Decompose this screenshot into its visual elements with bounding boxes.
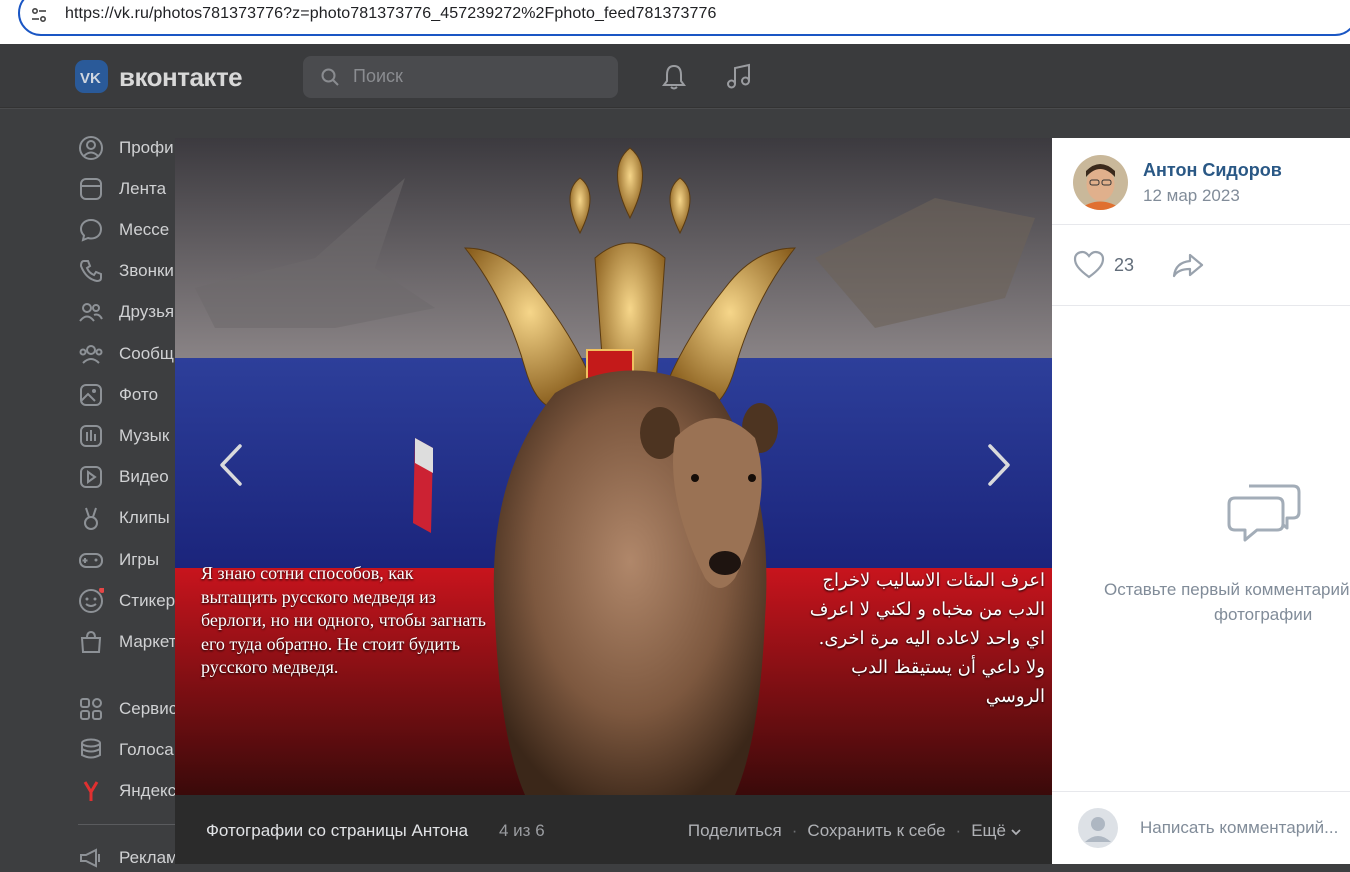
sidebar-item-label: Профи — [119, 138, 174, 157]
photo-icon — [80, 384, 102, 406]
save-to-profile-button[interactable]: Сохранить к себе — [807, 821, 945, 840]
next-photo-chevron-right-icon[interactable] — [978, 440, 1018, 490]
search-placeholder: Поиск — [353, 66, 403, 86]
sidebar-item-yandex[interactable]: Яндекс — [78, 776, 188, 806]
arabic-caption-line: ولا داعي أن يستيقظ الدب — [851, 657, 1045, 678]
phone-icon — [79, 260, 102, 283]
services-icon — [80, 698, 102, 720]
sidebar-item-feed[interactable]: Лента — [78, 174, 188, 204]
sidebar-item-label: Фото — [119, 385, 159, 404]
photo-date[interactable]: 12 мар 2023 — [1143, 186, 1240, 206]
sidebar-item-label: Друзья — [119, 302, 175, 321]
sidebar-item-label: Голоса — [119, 740, 174, 759]
comment-composer: Написать комментарий... — [1052, 791, 1350, 864]
sidebar-item-label: Видео — [119, 467, 169, 486]
sidebar-item-label: Маркет — [119, 632, 177, 651]
sidebar-item-label: Игры — [119, 550, 160, 569]
sidebar-item-votes[interactable]: Голоса — [78, 735, 188, 765]
arabic-caption-line: اعرف المئات الاساليب لاخراج — [822, 570, 1045, 591]
sidebar-item-music[interactable]: Музык — [78, 421, 188, 451]
sidebar-item-services[interactable]: Сервис — [78, 694, 188, 724]
video-icon — [80, 466, 102, 488]
sidebar-item-label: Стикер — [119, 591, 176, 610]
sidebar-item-label: Сервис — [119, 699, 178, 718]
friends-icon — [79, 303, 103, 322]
vk-logo-icon[interactable]: VK — [75, 60, 108, 93]
author-name[interactable]: Антон Сидоров — [1143, 160, 1282, 181]
photo-caption-arabic: اعرف المئات الاساليب لاخراج الدب من مخباه… — [775, 566, 1045, 711]
photo[interactable]: Я знаю сотни способов, как вытащить русс… — [175, 138, 1052, 795]
sidebar-item-label: Мессе — [119, 220, 170, 239]
author-avatar[interactable] — [1073, 155, 1128, 210]
search-icon — [321, 68, 339, 86]
bell-icon[interactable] — [659, 62, 689, 92]
like-count: 23 — [1114, 255, 1135, 275]
vk-logo-text[interactable]: вконтакте — [119, 62, 243, 93]
site-settings-icon[interactable] — [30, 6, 48, 24]
clips-icon — [84, 507, 98, 530]
sidebar-divider — [78, 824, 178, 825]
photo-viewer-footer: Фотографии со страницы Антона 4 из 6 Под… — [175, 795, 1052, 864]
reactions-bar: 23 — [1052, 225, 1350, 306]
votes-icon — [81, 738, 101, 759]
photo-info-panel: Антон Сидоров 12 мар 2023 23 Оставьте пе… — [1052, 138, 1350, 864]
chevron-down-icon — [1011, 828, 1021, 835]
sidebar-item-communities[interactable]: Сообщ — [78, 339, 188, 369]
heart-icon[interactable] — [1072, 249, 1106, 281]
photo-counter: 4 из 6 — [499, 821, 545, 840]
sidebar-item-label: Лента — [119, 179, 167, 198]
footer-actions: Поделиться · Сохранить к себе · Ещё — [688, 821, 1022, 841]
previous-photo-chevron-left-icon[interactable] — [212, 440, 252, 490]
empty-comments-text-2: фотографии — [1214, 605, 1313, 624]
sidebar-item-messenger[interactable]: Мессе — [78, 215, 188, 245]
profile-icon — [79, 136, 103, 160]
share-button[interactable]: Поделиться — [688, 821, 782, 840]
more-label: Ещё — [971, 821, 1006, 840]
sidebar-item-ads[interactable]: Реклам — [78, 843, 188, 872]
music-note-icon[interactable] — [724, 62, 754, 92]
photo-caption-russian: Я знаю сотни способов, как вытащить русс… — [201, 563, 486, 677]
arabic-caption-line: الدب من مخباه و لكني لا اعرف — [809, 599, 1045, 620]
separator-dot: · — [791, 821, 798, 840]
sidebar-item-label: Клипы — [119, 508, 170, 527]
sidebar-item-friends[interactable]: Друзья — [78, 297, 188, 327]
svg-text:VK: VK — [80, 70, 101, 87]
url-text[interactable]: https://vk.ru/photos781373776?z=photo781… — [65, 5, 716, 23]
communities-icon — [79, 345, 103, 364]
music-icon — [80, 425, 102, 447]
share-arrow-icon[interactable] — [1170, 250, 1206, 280]
search-input[interactable] — [303, 56, 618, 98]
yandex-icon — [83, 781, 99, 801]
browser-toolbar: https://vk.ru/photos781373776?z=photo781… — [0, 0, 1350, 44]
current-user-avatar — [1078, 808, 1118, 848]
sidebar-item-photo[interactable]: Фото — [78, 380, 188, 410]
arabic-caption-line: الروسي — [985, 686, 1045, 707]
sidebar-item-label: Реклам — [119, 848, 178, 867]
separator-dot: · — [955, 821, 962, 840]
comments-empty-icon — [1227, 484, 1301, 542]
sidebar-item-market[interactable]: Маркет — [78, 627, 188, 657]
sidebar-item-video[interactable]: Видео — [78, 462, 188, 492]
sidebar-item-label: Сообщ — [119, 344, 174, 363]
feed-icon — [80, 178, 102, 200]
ads-icon — [80, 848, 100, 868]
sidebar-item-label: Музык — [119, 426, 170, 445]
market-icon — [80, 630, 102, 653]
stickers-icon — [79, 588, 104, 613]
album-link[interactable]: Фотографии со страницы Антона — [206, 821, 468, 841]
empty-comments-text: Оставьте первый комментарий — [1104, 580, 1350, 599]
sidebar-item-profile[interactable]: Профи — [78, 133, 188, 163]
more-button[interactable]: Ещё — [971, 821, 1022, 840]
sidebar-item-phone[interactable]: Звонки — [78, 256, 188, 286]
sidebar-item-label: Звонки — [119, 261, 174, 280]
messenger-icon — [79, 218, 103, 242]
sidebar-item-games[interactable]: Игры — [78, 545, 188, 575]
games-icon — [79, 553, 103, 568]
sidebar-item-stickers[interactable]: Стикер — [78, 586, 188, 616]
comment-input[interactable]: Написать комментарий... — [1140, 818, 1338, 838]
sidebar-item-clips[interactable]: Клипы — [78, 503, 188, 533]
author-block: Антон Сидоров 12 мар 2023 — [1052, 138, 1350, 225]
arabic-caption-line: اي واحد لاعاده اليه مرة اخرى. — [818, 628, 1045, 649]
sidebar-item-label: Яндекс — [119, 781, 177, 800]
